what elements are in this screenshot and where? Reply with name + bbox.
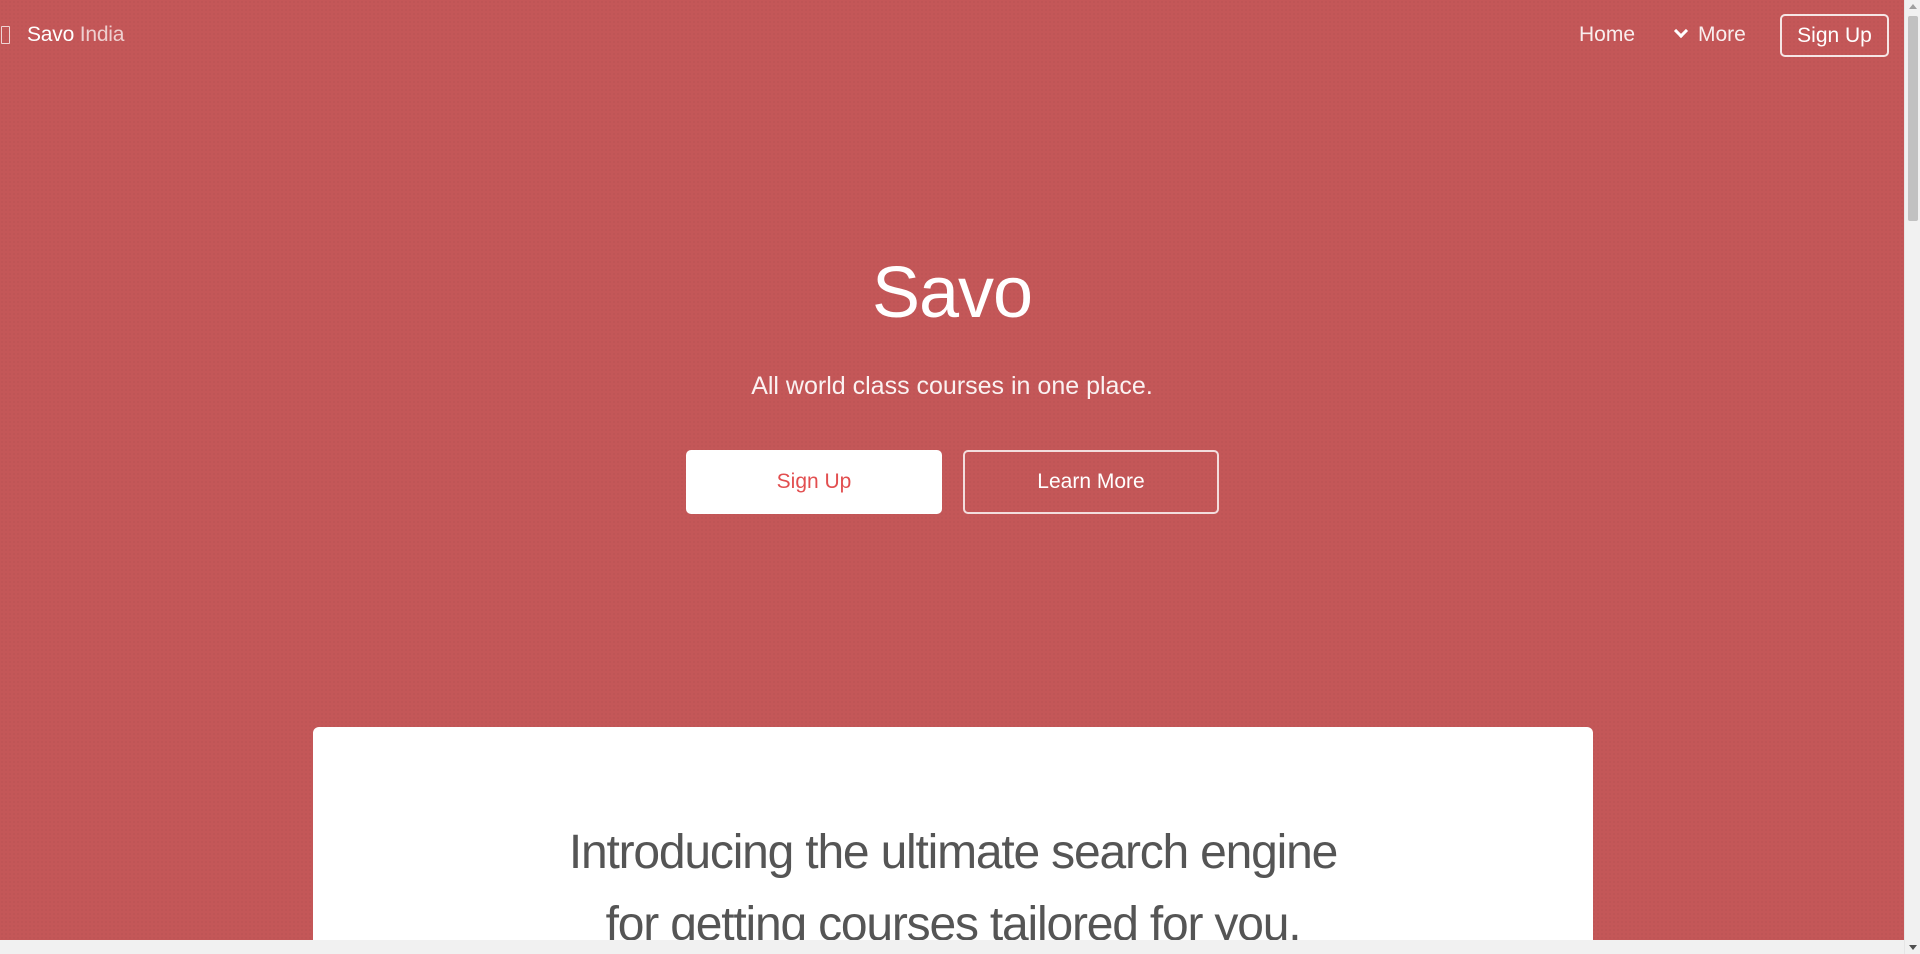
nav-more-label: More [1698, 23, 1746, 46]
intro-card: Introducing the ultimate search engine f… [313, 727, 1593, 954]
intro-heading: Introducing the ultimate search engine f… [313, 817, 1593, 954]
page: Savo India Home More Sign Up Savo All wo… [0, 0, 1904, 954]
hero-subtitle: All world class courses in one place. [751, 372, 1153, 400]
top-nav: Savo India Home More Sign Up [0, 0, 1904, 70]
hero-signup-button[interactable]: Sign Up [686, 450, 942, 514]
hero-title: Savo [871, 253, 1033, 333]
chevron-down-icon [1673, 23, 1689, 39]
intro-heading-line1: Introducing the ultimate search engine [568, 826, 1338, 879]
nav-more-dropdown[interactable]: More [1673, 20, 1746, 50]
menu-icon[interactable] [1, 26, 10, 44]
learn-more-button[interactable]: Learn More [963, 450, 1219, 514]
nav-signup-button[interactable]: Sign Up [1780, 14, 1889, 57]
vertical-scrollbar[interactable] [1904, 0, 1920, 954]
scroll-down-arrow-icon[interactable] [1909, 945, 1917, 950]
scroll-up-arrow-icon[interactable] [1909, 4, 1917, 9]
scrollbar-thumb[interactable] [1908, 16, 1918, 221]
brand-logo[interactable]: Savo India [27, 20, 124, 50]
nav-home-link[interactable]: Home [1579, 20, 1635, 50]
brand-region: India [79, 23, 125, 46]
brand-name: Savo [27, 23, 75, 46]
horizontal-scrollbar[interactable] [0, 940, 1904, 954]
